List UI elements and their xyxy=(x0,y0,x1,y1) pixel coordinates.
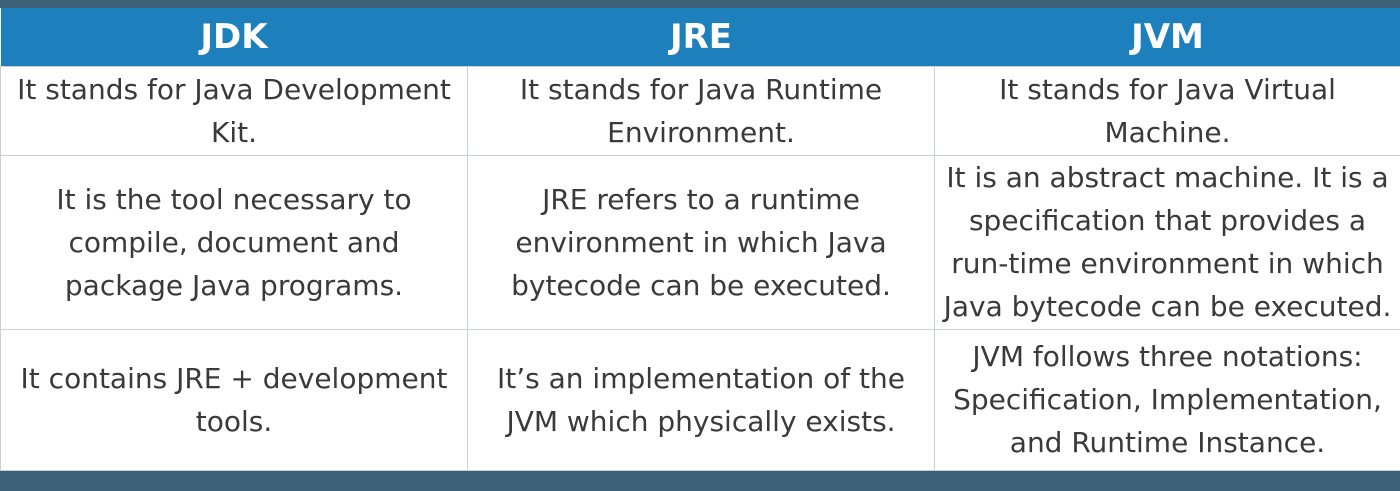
table-cell: It’s an implementation of the JVM which … xyxy=(467,328,935,472)
table-cell: It contains JRE + development tools. xyxy=(0,328,468,472)
column-header-jvm: JVM xyxy=(934,8,1400,67)
column-header-jre: JRE xyxy=(467,8,935,67)
table-header-row: JDK JRE JVM xyxy=(0,8,1400,67)
table-cell: It stands for Java Runtime Environment. xyxy=(467,65,935,157)
column-header-jdk: JDK xyxy=(0,8,468,67)
table-cell: It is the tool necessary to compile, doc… xyxy=(0,155,468,330)
table-cell: JVM follows three notations: Specificati… xyxy=(934,328,1400,472)
table-row: It is the tool necessary to compile, doc… xyxy=(0,155,1400,330)
table-cell: It stands for Java Development Kit. xyxy=(0,65,468,157)
comparison-table-frame: JDK JRE JVM It stands for Java Developme… xyxy=(0,8,1400,472)
comparison-table: JDK JRE JVM It stands for Java Developme… xyxy=(0,8,1400,472)
table-row: It contains JRE + development tools. It’… xyxy=(0,328,1400,472)
table-row: It stands for Java Development Kit. It s… xyxy=(0,65,1400,157)
table-cell: It stands for Java Virtual Machine. xyxy=(934,65,1400,157)
table-cell: It is an abstract machine. It is a speci… xyxy=(934,155,1400,330)
table-cell: JRE refers to a runtime environment in w… xyxy=(467,155,935,330)
